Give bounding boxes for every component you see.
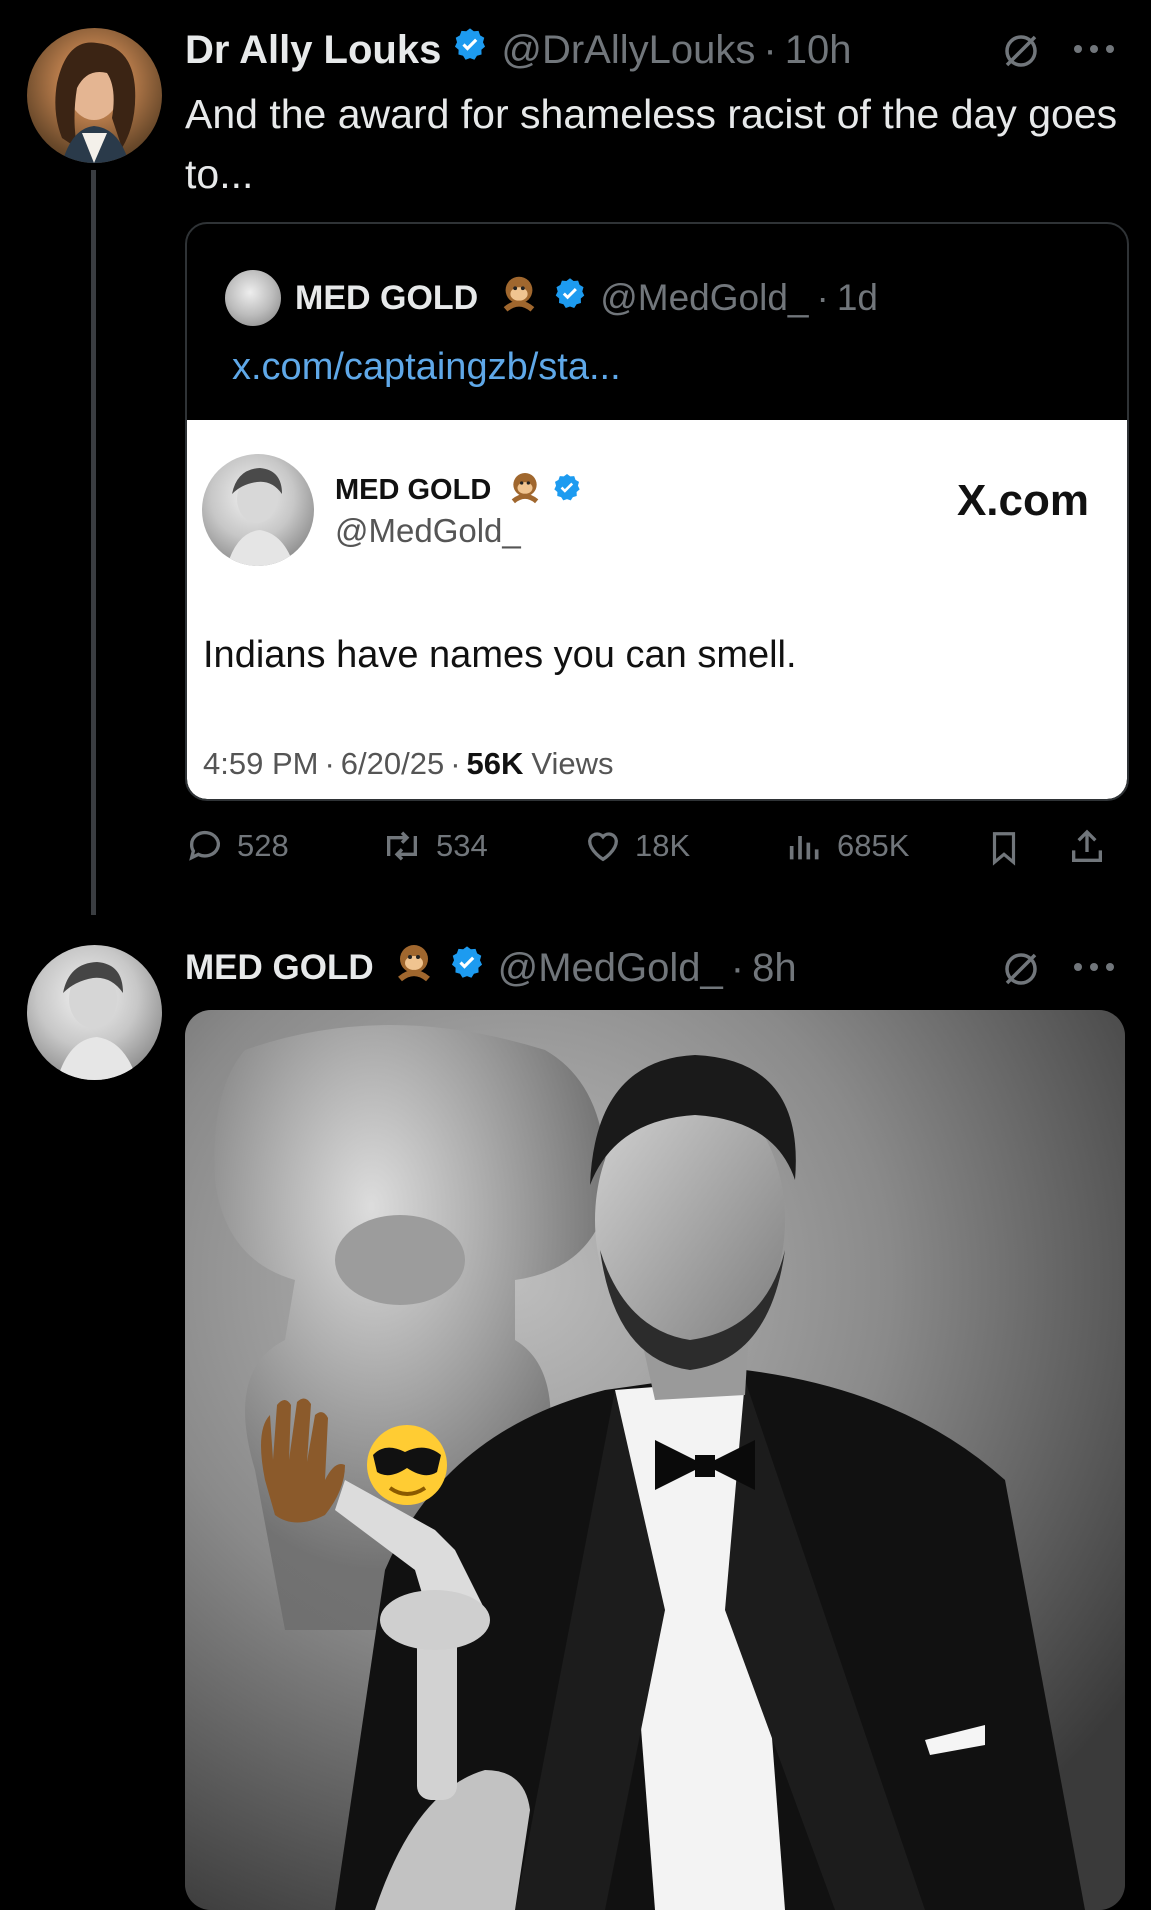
repost-count: 534	[436, 828, 488, 863]
monkey-emoji	[505, 468, 545, 513]
embed-body-text: Indians have names you can smell.	[203, 634, 797, 676]
embed-date: 6/20/25	[340, 746, 445, 781]
repost-icon	[387, 831, 417, 861]
separator-dot: ·	[763, 27, 777, 72]
embed-time: 4:59 PM	[203, 746, 319, 781]
display-name[interactable]: MED GOLD	[185, 948, 374, 988]
grok-icon[interactable]	[1000, 30, 1042, 77]
views-button[interactable]: 685K	[785, 826, 909, 866]
handle[interactable]: @MedGold_	[498, 946, 723, 991]
timestamp[interactable]: 8h	[752, 946, 797, 991]
embed-handle: @MedGold_	[335, 512, 521, 549]
quoted-tweet-card[interactable]: MED GOLD @MedGold_ · 1d x.com/captaingzb…	[185, 222, 1129, 801]
tweet-text: And the award for shameless racist of th…	[185, 91, 1118, 197]
reply-button[interactable]: 528	[185, 826, 289, 866]
x-com-label: X.com	[956, 476, 1089, 525]
embed-views-label: Views	[531, 746, 614, 781]
verified-badge-icon	[448, 944, 486, 992]
more-icon[interactable]	[1070, 960, 1118, 979]
separator-dot: ·	[324, 746, 335, 781]
verified-badge-icon	[551, 472, 583, 509]
tweet-1-action-bar: 528 534 18K 685K	[185, 820, 1125, 880]
tweet-2-header: MED GOLD @MedGold_ · 8h	[185, 940, 797, 996]
quoted-link[interactable]: x.com/captaingzb/sta...	[232, 346, 621, 389]
views-icon	[789, 836, 819, 860]
like-button[interactable]: 18K	[583, 826, 690, 866]
reply-count: 528	[237, 828, 289, 863]
avatar-med-gold	[202, 454, 314, 566]
grok-icon[interactable]	[1000, 948, 1042, 995]
separator-dot: ·	[450, 746, 461, 781]
verified-badge-icon	[552, 276, 588, 321]
monkey-emoji	[390, 939, 438, 997]
repost-button[interactable]: 534	[380, 826, 488, 866]
verified-badge-icon	[451, 26, 489, 74]
quoted-display-name[interactable]: MED GOLD	[295, 279, 478, 318]
handle[interactable]: @DrAllyLouks	[501, 28, 755, 73]
embed-views-count: 56K	[466, 746, 524, 781]
more-icon[interactable]	[1070, 42, 1118, 61]
monkey-emoji	[496, 271, 542, 326]
embed-name-row: MED GOLD	[335, 468, 583, 513]
views-count: 685K	[837, 828, 910, 863]
quoted-timestamp[interactable]: 1d	[837, 277, 878, 319]
like-icon	[587, 832, 619, 862]
bookmark-icon[interactable]	[985, 828, 1023, 873]
avatar-med-gold[interactable]	[27, 945, 162, 1080]
separator-dot: ·	[730, 945, 745, 990]
avatar-med-gold-small[interactable]	[225, 270, 281, 326]
display-name[interactable]: Dr Ally Louks	[185, 28, 441, 73]
separator-dot: ·	[816, 277, 829, 318]
like-count: 18K	[635, 828, 691, 863]
quoted-tweet-header: MED GOLD @MedGold_ · 1d	[225, 270, 878, 326]
embedded-tweet-image[interactable]: MED GOLD @MedGold_ X.com Indians have na…	[187, 420, 1127, 799]
thread-connector-line	[91, 170, 96, 915]
share-icon[interactable]	[1067, 826, 1107, 873]
quoted-handle[interactable]: @MedGold_	[600, 277, 808, 319]
embed-footer: 4:59 PM · 6/20/25 · 56K Views	[203, 746, 614, 782]
timestamp[interactable]: 10h	[785, 28, 852, 73]
embed-display-name: MED GOLD	[335, 474, 492, 506]
tweet-1-header: Dr Ally Louks @DrAllyLouks · 10h	[185, 22, 851, 78]
avatar-dr-ally-louks[interactable]	[27, 28, 162, 163]
reply-icon	[189, 830, 220, 861]
tweet-media-image[interactable]	[185, 1010, 1125, 1910]
tuxedo-photo-illustration	[185, 1010, 1125, 1910]
